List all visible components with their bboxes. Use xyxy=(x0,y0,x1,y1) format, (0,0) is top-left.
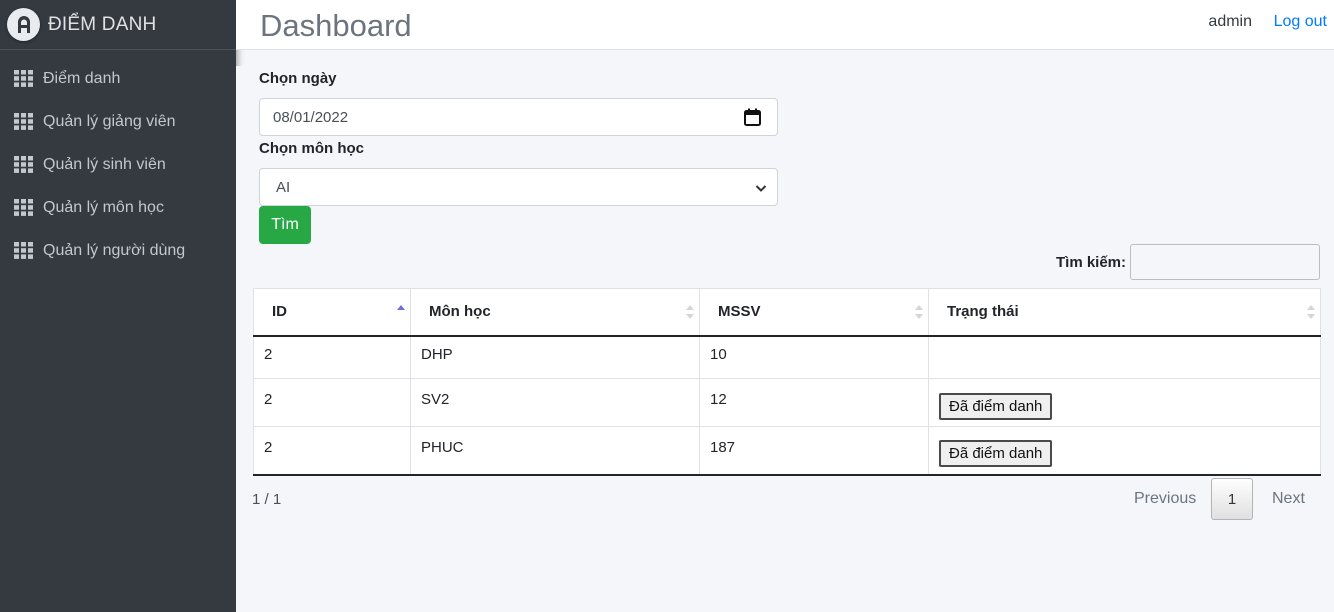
cell-mssv: 10 xyxy=(699,335,929,379)
sidebar-item-quan-ly-giang-vien[interactable]: Quản lý giảng viên xyxy=(0,100,236,143)
attendance-table: ID Môn học MSSV Trạng thái 2 DHP 10 2 SV… xyxy=(253,288,1321,476)
table-header-row: ID Môn học MSSV Trạng thái xyxy=(253,288,1321,337)
pagination-page-1[interactable]: 1 xyxy=(1211,478,1253,520)
search-label: Tìm kiếm: xyxy=(1056,254,1127,271)
attendance-status-button[interactable]: Đã điểm danh xyxy=(939,440,1053,468)
sort-icon xyxy=(686,304,694,320)
search-input[interactable] xyxy=(1130,244,1320,280)
cell-status xyxy=(928,335,1321,379)
main-content: Chọn ngày 08/01/2022 Chọn môn học AI Tìm… xyxy=(236,66,1334,612)
column-header-id[interactable]: ID xyxy=(253,288,411,337)
subject-select[interactable]: AI xyxy=(259,168,778,206)
sort-asc-icon xyxy=(397,304,405,320)
sort-icon xyxy=(915,304,923,320)
grid-icon xyxy=(14,70,33,87)
calendar-icon[interactable] xyxy=(744,108,761,126)
subject-selected-value: AI xyxy=(276,178,291,196)
sidebar-item-label: Điểm danh xyxy=(43,69,121,87)
column-header-status[interactable]: Trạng thái xyxy=(928,288,1321,337)
brand-title: ĐIỂM DANH xyxy=(48,13,157,35)
sidebar-item-label: Quản lý người dùng xyxy=(43,241,186,259)
cell-subject: DHP xyxy=(410,335,700,379)
cell-id: 2 xyxy=(253,378,411,427)
date-field[interactable]: 08/01/2022 xyxy=(259,98,778,136)
logo-a-icon xyxy=(7,8,40,41)
sidebar-item-quan-ly-mon-hoc[interactable]: Quản lý môn học xyxy=(0,186,236,229)
sidebar-item-quan-ly-nguoi-dung[interactable]: Quản lý người dùng xyxy=(0,229,236,272)
grid-icon xyxy=(14,156,33,173)
brand-link[interactable]: ĐIỂM DANH xyxy=(0,0,236,50)
page-title: Dashboard xyxy=(260,8,412,43)
table-row: 2 DHP 10 xyxy=(253,335,1321,379)
chevron-down-icon xyxy=(755,181,767,193)
sidebar-item-label: Quản lý sinh viên xyxy=(43,155,166,173)
cell-subject: SV2 xyxy=(410,378,700,427)
grid-icon xyxy=(14,199,33,216)
table-row: 2 SV2 12 Đã điểm danh xyxy=(253,378,1321,427)
sidebar-item-diem-danh[interactable]: Điểm danh xyxy=(0,57,236,100)
sidebar-item-label: Quản lý môn học xyxy=(43,198,164,216)
cell-subject: PHUC xyxy=(410,426,700,476)
column-header-subject[interactable]: Môn học xyxy=(410,288,700,337)
top-header: Dashboard admin Log out xyxy=(236,0,1334,50)
grid-icon xyxy=(14,113,33,130)
grid-icon xyxy=(14,242,33,259)
cell-status: Đã điểm danh xyxy=(928,426,1321,476)
date-value: 08/01/2022 xyxy=(273,108,349,126)
find-button[interactable]: Tìm xyxy=(259,206,311,244)
cell-status: Đã điểm danh xyxy=(928,378,1321,427)
cell-id: 2 xyxy=(253,335,411,379)
subject-label: Chọn môn học xyxy=(259,140,364,157)
date-label: Chọn ngày xyxy=(259,70,337,87)
table-row: 2 PHUC 187 Đã điểm danh xyxy=(253,426,1321,476)
cell-mssv: 187 xyxy=(699,426,929,476)
sort-icon xyxy=(1307,304,1315,320)
pagination-previous[interactable]: Previous xyxy=(1134,490,1196,508)
pagination-info: 1 / 1 xyxy=(252,491,282,508)
logout-link[interactable]: Log out xyxy=(1274,13,1327,31)
cell-id: 2 xyxy=(253,426,411,476)
sidebar-nav: Điểm danh Quản lý giảng viên Quản lý sin… xyxy=(0,50,236,272)
pagination-next[interactable]: Next xyxy=(1272,490,1305,508)
sidebar-item-quan-ly-sinh-vien[interactable]: Quản lý sinh viên xyxy=(0,143,236,186)
column-header-mssv[interactable]: MSSV xyxy=(699,288,929,337)
sidebar: ĐIỂM DANH Điểm danh Quản lý giảng viên Q… xyxy=(0,0,236,612)
attendance-status-button[interactable]: Đã điểm danh xyxy=(939,392,1053,420)
cell-mssv: 12 xyxy=(699,378,929,427)
sidebar-item-label: Quản lý giảng viên xyxy=(43,112,176,130)
user-name[interactable]: admin xyxy=(1208,13,1252,31)
